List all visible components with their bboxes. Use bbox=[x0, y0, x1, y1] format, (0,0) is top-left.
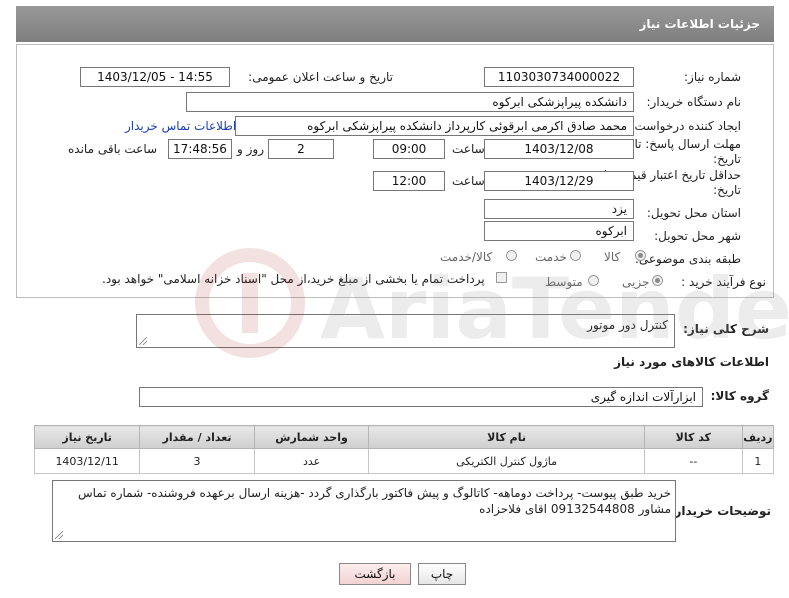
buyer-notes-label: توضیحات خریدار: bbox=[669, 504, 771, 518]
summary-label: شرح کلی نیاز: bbox=[683, 322, 769, 336]
col-header-name: نام کالا bbox=[368, 425, 645, 449]
days-label: روز و bbox=[237, 142, 264, 156]
category-radio-both[interactable] bbox=[506, 250, 517, 261]
print-button[interactable]: چاپ bbox=[418, 563, 466, 585]
cell-date: 1403/12/11 bbox=[33, 448, 141, 474]
summary-textarea[interactable]: کنترل دور موتور bbox=[136, 314, 675, 348]
city-label: شهر محل تحویل: bbox=[654, 229, 741, 243]
deadline-date-field[interactable]: 1403/12/08 bbox=[484, 139, 634, 159]
cell-qty: 3 bbox=[139, 448, 255, 474]
category-label: طبقه بندی موضوعی: bbox=[634, 252, 741, 266]
deadline-time-field[interactable]: 09:00 bbox=[373, 139, 445, 159]
process-radio-minor[interactable] bbox=[652, 275, 663, 286]
process-radio-medium[interactable] bbox=[588, 275, 599, 286]
deadline-label-2: تاریخ: bbox=[713, 152, 741, 166]
buyer-org-label: نام دستگاه خریدار: bbox=[646, 95, 742, 109]
col-header-date: تاریخ نیاز bbox=[33, 425, 141, 449]
col-header-row: ردیف bbox=[741, 425, 775, 449]
table-row[interactable]: 1 -- ماژول کنترل الکتریکی عدد 3 1403/12/… bbox=[33, 448, 775, 474]
col-header-qty: تعداد / مقدار bbox=[139, 425, 255, 449]
goods-group-field[interactable]: ابزارآلات اندازه گیری bbox=[139, 387, 703, 407]
goods-group-label: گروه کالا: bbox=[710, 389, 769, 403]
back-button[interactable]: بازگشت bbox=[339, 563, 411, 585]
page-header: جزئیات اطلاعات نیاز bbox=[16, 6, 774, 42]
category-option-both: کالا/خدمت bbox=[440, 250, 493, 264]
treasury-payment-note: پرداخت تمام یا بخشی از مبلغ خرید،از محل … bbox=[102, 272, 485, 286]
buyer-org-field[interactable]: دانشکده پیراپزشکی ابرکوه bbox=[186, 92, 634, 112]
deadline-label: مهلت ارسال پاسخ: تا bbox=[634, 137, 741, 151]
cell-row: 1 bbox=[741, 448, 775, 474]
category-radio-goods[interactable] bbox=[635, 250, 646, 261]
need-number-field[interactable]: 1103030734000022 bbox=[484, 67, 634, 87]
cell-name: ماژول کنترل الکتریکی bbox=[368, 448, 645, 474]
validity-time-field[interactable]: 12:00 bbox=[373, 171, 445, 191]
goods-section-title: اطلاعات کالاهای مورد نیاز bbox=[614, 355, 769, 369]
goods-table: ردیف کد کالا نام کالا واحد شمارش تعداد /… bbox=[33, 425, 775, 474]
buyer-contact-link[interactable]: اطلاعات تماس خریدار bbox=[125, 119, 236, 133]
category-option-service: خدمت bbox=[535, 250, 567, 264]
resize-grip-icon[interactable] bbox=[55, 531, 63, 539]
buyer-notes-textarea[interactable]: خرید طبق پیوست- پرداخت دوماهه- کاتالوگ و… bbox=[52, 480, 676, 542]
process-label: نوع فرآیند خرید : bbox=[681, 275, 766, 289]
creator-field[interactable]: محمد صادق اکرمی ابرقوئی کارپرداز دانشکده… bbox=[235, 116, 634, 136]
validity-time-label: ساعت bbox=[452, 174, 485, 188]
remaining-time-field[interactable]: 17:48:56 bbox=[168, 139, 232, 159]
category-radio-service[interactable] bbox=[570, 250, 581, 261]
city-field[interactable]: ابرکوه bbox=[484, 221, 634, 241]
cell-unit: عدد bbox=[253, 448, 370, 474]
col-header-unit: واحد شمارش bbox=[253, 425, 370, 449]
province-label: استان محل تحویل: bbox=[646, 206, 741, 220]
remaining-label: ساعت باقی مانده bbox=[68, 142, 158, 156]
announce-field[interactable]: 1403/12/05 - 14:55 bbox=[80, 67, 230, 87]
validity-label-2: تاریخ: bbox=[713, 183, 741, 197]
category-option-goods: کالا bbox=[604, 250, 621, 264]
announce-label: تاریخ و ساعت اعلان عمومی: bbox=[248, 70, 393, 84]
process-option-medium: متوسط bbox=[545, 275, 583, 289]
col-header-code: کد کالا bbox=[643, 425, 743, 449]
province-field[interactable]: یزد bbox=[484, 199, 634, 219]
buyer-notes-text: خرید طبق پیوست- پرداخت دوماهه- کاتالوگ و… bbox=[78, 486, 671, 516]
resize-grip-icon[interactable] bbox=[139, 337, 147, 345]
deadline-time-label: ساعت bbox=[452, 142, 485, 156]
process-option-minor: جزیی bbox=[622, 275, 650, 289]
validity-date-field[interactable]: 1403/12/29 bbox=[484, 171, 634, 191]
creator-label: ایجاد کننده درخواست: bbox=[630, 119, 741, 133]
goods-table-header: ردیف کد کالا نام کالا واحد شمارش تعداد /… bbox=[33, 425, 775, 449]
summary-text: کنترل دور موتور bbox=[587, 318, 668, 332]
treasury-payment-checkbox[interactable] bbox=[496, 272, 507, 283]
need-number-label: شماره نیاز: bbox=[684, 70, 741, 84]
remaining-days-field[interactable]: 2 bbox=[268, 139, 334, 159]
cell-code: -- bbox=[643, 448, 743, 474]
